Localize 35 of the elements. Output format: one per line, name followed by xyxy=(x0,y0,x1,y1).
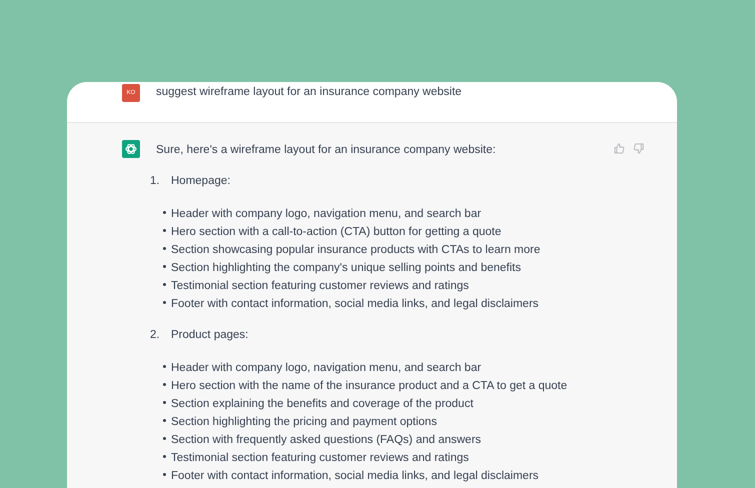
bullet-icon xyxy=(163,246,166,250)
user-message: suggest wireframe layout for an insurance company website xyxy=(156,86,462,98)
thumbs-up-icon[interactable] xyxy=(614,143,625,154)
bullet-icon xyxy=(163,382,166,386)
bullet-icon xyxy=(163,228,166,232)
list-number: 1. xyxy=(150,174,161,188)
bullet-icon xyxy=(163,364,166,368)
assistant-logo-icon xyxy=(122,140,140,158)
bullet-icon xyxy=(163,210,166,214)
bullet-icon xyxy=(163,282,166,286)
list-item: Header with company logo, navigation menu, and search bar xyxy=(171,362,482,374)
list-item: Section showcasing popular insurance products with CTAs to learn more xyxy=(171,244,540,256)
bullet-icon xyxy=(163,454,166,458)
list-item: Footer with contact information, social media links, and legal disclaimers xyxy=(171,298,539,310)
bullet-icon xyxy=(163,300,166,304)
list-item: Testimonial section featuring customer reviews and ratings xyxy=(171,280,469,292)
bullet-icon xyxy=(163,400,166,404)
list-item: Section with frequently asked questions (FAQs) and answers xyxy=(171,434,482,446)
thumbs-down-icon[interactable] xyxy=(633,143,644,154)
list-item: Section explaining the benefits and coverage of the product xyxy=(171,398,474,410)
list-item: Section highlighting the pricing and payment options xyxy=(171,416,437,428)
section-title: Homepage: xyxy=(171,174,230,188)
bullet-icon xyxy=(163,472,166,476)
list-item: Footer with contact information, social media links, and legal disclaimers xyxy=(171,470,539,482)
bullet-icon xyxy=(163,436,166,440)
list-item: Testimonial section featuring customer reviews and ratings xyxy=(171,452,469,464)
list-number: 2. xyxy=(150,328,161,342)
list-item: Hero section with the name of the insurance product and a CTA to get a quote xyxy=(171,380,568,392)
list-item: Header with company logo, navigation menu, and search bar xyxy=(171,208,482,220)
list-item: Hero section with a call-to-action (CTA) button for getting a quote xyxy=(171,226,502,238)
answer-intro: Sure, here's a wireframe layout for an insurance company website: xyxy=(156,143,497,157)
bullet-icon xyxy=(163,418,166,422)
bullet-icon xyxy=(163,264,166,268)
list-item: Section highlighting the company's unique selling points and benefits xyxy=(171,262,521,274)
section-title: Product pages: xyxy=(171,328,248,342)
